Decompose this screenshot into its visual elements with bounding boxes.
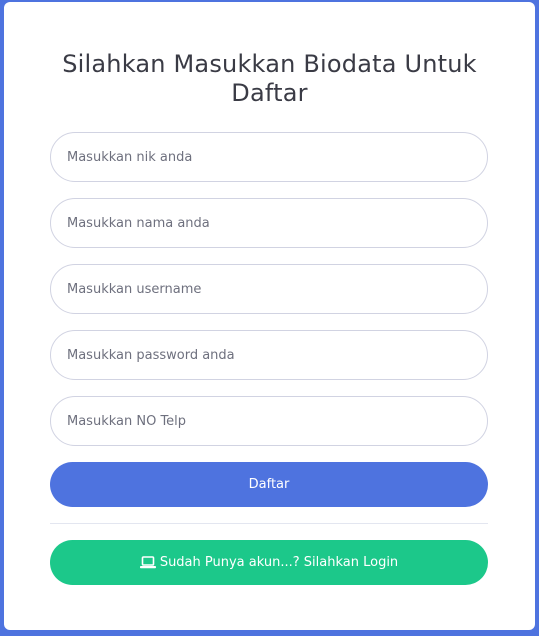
username-input[interactable] <box>50 264 488 314</box>
telp-input[interactable] <box>50 396 488 446</box>
nama-input[interactable] <box>50 198 488 248</box>
password-input[interactable] <box>50 330 488 380</box>
register-card: Silahkan Masukkan Biodata Untuk Daftar D… <box>4 2 535 630</box>
page-title: Silahkan Masukkan Biodata Untuk Daftar <box>4 50 535 108</box>
login-link-button[interactable]: Sudah Punya akun...? Silahkan Login <box>50 540 488 585</box>
divider <box>50 523 488 524</box>
daftar-button[interactable]: Daftar <box>50 462 488 507</box>
page-title-line-1: Silahkan Masukkan Biodata Untuk <box>62 50 477 78</box>
page-title-line-2: Daftar <box>231 79 308 107</box>
daftar-button-label: Daftar <box>248 477 290 492</box>
laptop-icon <box>139 556 156 569</box>
login-link-label: Sudah Punya akun...? Silahkan Login <box>159 555 399 570</box>
nik-input[interactable] <box>50 132 488 182</box>
